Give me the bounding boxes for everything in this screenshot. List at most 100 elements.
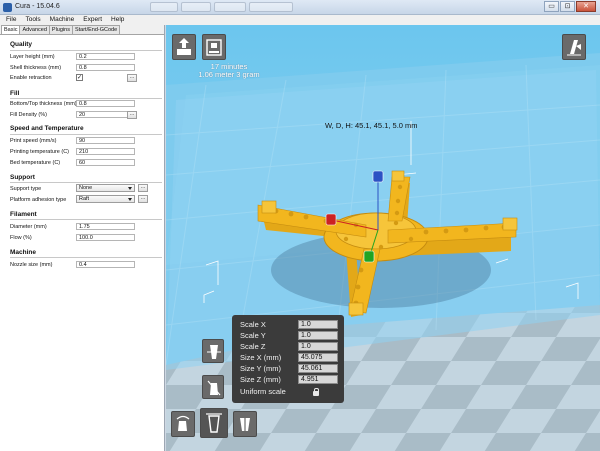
reset-scale-button[interactable] [202,375,224,399]
menu-help[interactable]: Help [111,15,124,25]
rotate-tool-button[interactable] [171,411,195,437]
shell-thickness-field[interactable]: 0.8 [76,64,135,71]
view-mode-button[interactable] [562,34,586,60]
scale-x-label: Scale X [240,320,266,329]
platform-adhesion-select[interactable]: Raft [76,195,135,203]
nozzle-size-label: Nozzle size (mm) [10,262,53,268]
flow-field[interactable]: 100.0 [76,234,135,241]
support-settings-button[interactable]: ... [138,184,148,192]
scale-y-field[interactable]: 1.0 [298,331,338,340]
dropdown-arrow-icon [128,198,132,201]
support-type-value: None [79,185,93,191]
cura-app-icon [3,3,12,12]
background-taskbar-items [150,2,293,12]
section-fill-title: Fill [10,90,20,97]
diameter-label: Diameter (mm) [10,224,47,230]
enable-retraction-label: Enable retraction [10,75,52,81]
adhesion-settings-button[interactable]: ... [138,195,148,203]
load-model-button[interactable] [172,34,196,60]
section-divider [10,134,162,135]
maximize-button[interactable]: ⊡ [560,1,575,12]
view-mode-icon [567,40,581,56]
scale-panel: Scale X 1.0 Scale Y 1.0 Scale Z 1.0 Size… [232,315,344,403]
printing-temperature-label: Printing temperature (C) [10,149,69,155]
print-estimate: 17 minutes 1.06 meter 3 gram [174,63,284,78]
support-type-select[interactable]: None [76,184,135,192]
print-material: 1.06 meter 3 gram [198,69,260,79]
section-divider [10,98,162,99]
fill-density-label: Fill Density (%) [10,112,47,118]
size-z-label: Size Z (mm) [240,375,281,384]
3d-viewport[interactable]: 17 minutes 1.06 meter 3 gram W, D, H: 45… [166,25,600,451]
window-title: Cura - 15.04.6 [15,3,60,10]
section-quality-title: Quality [10,41,33,48]
section-divider [10,257,162,258]
bed-temperature-label: Bed temperature (C) [10,160,61,166]
window-titlebar: Cura - 15.04.6 ▭ ⊡ ✕ [0,0,600,15]
enable-retraction-checkbox[interactable]: ✓ [76,74,83,81]
bottom-top-thickness-field[interactable]: 0.8 [76,100,135,107]
menu-file[interactable]: File [6,15,16,25]
fill-settings-button[interactable]: ... [127,111,137,119]
size-x-field[interactable]: 45.075 [298,353,338,362]
size-z-field[interactable]: 4.951 [298,375,338,384]
layer-height-label: Layer height (mm) [10,54,55,60]
scale-z-label: Scale Z [240,342,266,351]
minimize-button[interactable]: ▭ [544,1,559,12]
settings-panel: Basic Advanced Plugins Start/End-GCode Q… [0,25,165,451]
tab-basic[interactable]: Basic [1,25,21,34]
scale-max-button[interactable] [202,339,224,363]
rotate-icon [176,415,190,431]
menu-tools[interactable]: Tools [25,15,40,25]
print-speed-field[interactable]: 90 [76,137,135,144]
platform-adhesion-value: Raft [79,196,90,202]
menu-expert[interactable]: Expert [83,15,102,25]
section-support-title: Support [10,174,35,181]
shell-thickness-label: Shell thickness (mm) [10,65,62,71]
nozzle-size-field[interactable]: 0.4 [76,261,135,268]
scale-y-label: Scale Y [240,331,266,340]
layer-height-field[interactable]: 0.2 [76,53,135,60]
menu-machine[interactable]: Machine [50,15,75,25]
platform-adhesion-label: Platform adhesion type [10,197,67,203]
lock-icon[interactable] [313,388,319,396]
retraction-settings-button[interactable]: ... [127,74,137,82]
dropdown-arrow-icon [128,187,132,190]
support-type-label: Support type [10,186,42,192]
print-button[interactable] [202,34,226,60]
printing-temperature-field[interactable]: 210 [76,148,135,155]
section-speed-title: Speed and Temperature [10,125,84,132]
print-speed-label: Print speed (mm/s) [10,138,57,144]
close-button[interactable]: ✕ [576,1,596,12]
flow-label: Flow (%) [10,235,32,241]
scale-icon [206,413,222,433]
window-controls: ▭ ⊡ ✕ [544,1,596,12]
diameter-field[interactable]: 1.75 [76,223,135,230]
scale-z-field[interactable]: 1.0 [298,342,338,351]
section-machine-title: Machine [10,249,37,256]
scale-tool-button[interactable] [200,408,228,438]
mirror-tool-button[interactable] [233,411,257,437]
uniform-scale-label: Uniform scale [240,387,286,396]
print-icon [206,39,222,56]
tab-plugins[interactable]: Plugins [48,25,73,34]
bottom-top-thickness-label: Bottom/Top thickness (mm) [10,101,77,107]
section-divider [10,50,162,51]
tab-start-end-gcode[interactable]: Start/End-GCode [71,25,121,34]
section-filament-title: Filament [10,211,37,218]
scale-max-icon [207,345,221,359]
settings-tabs: Basic Advanced Plugins Start/End-GCode [0,25,164,35]
bed-temperature-field[interactable]: 60 [76,159,135,166]
tab-advanced[interactable]: Advanced [19,25,50,34]
section-divider [10,219,162,220]
size-y-field[interactable]: 45.061 [298,364,338,373]
load-model-icon [177,38,191,55]
section-divider [10,182,162,183]
size-x-label: Size X (mm) [240,353,282,362]
size-y-label: Size Y (mm) [240,364,281,373]
mirror-icon [240,415,250,433]
reset-icon [207,380,221,396]
scale-x-field[interactable]: 1.0 [298,320,338,329]
menu-bar: File Tools Machine Expert Help [0,15,600,25]
model-dimensions: W, D, H: 45.1, 45.1, 5.0 mm [325,121,418,130]
